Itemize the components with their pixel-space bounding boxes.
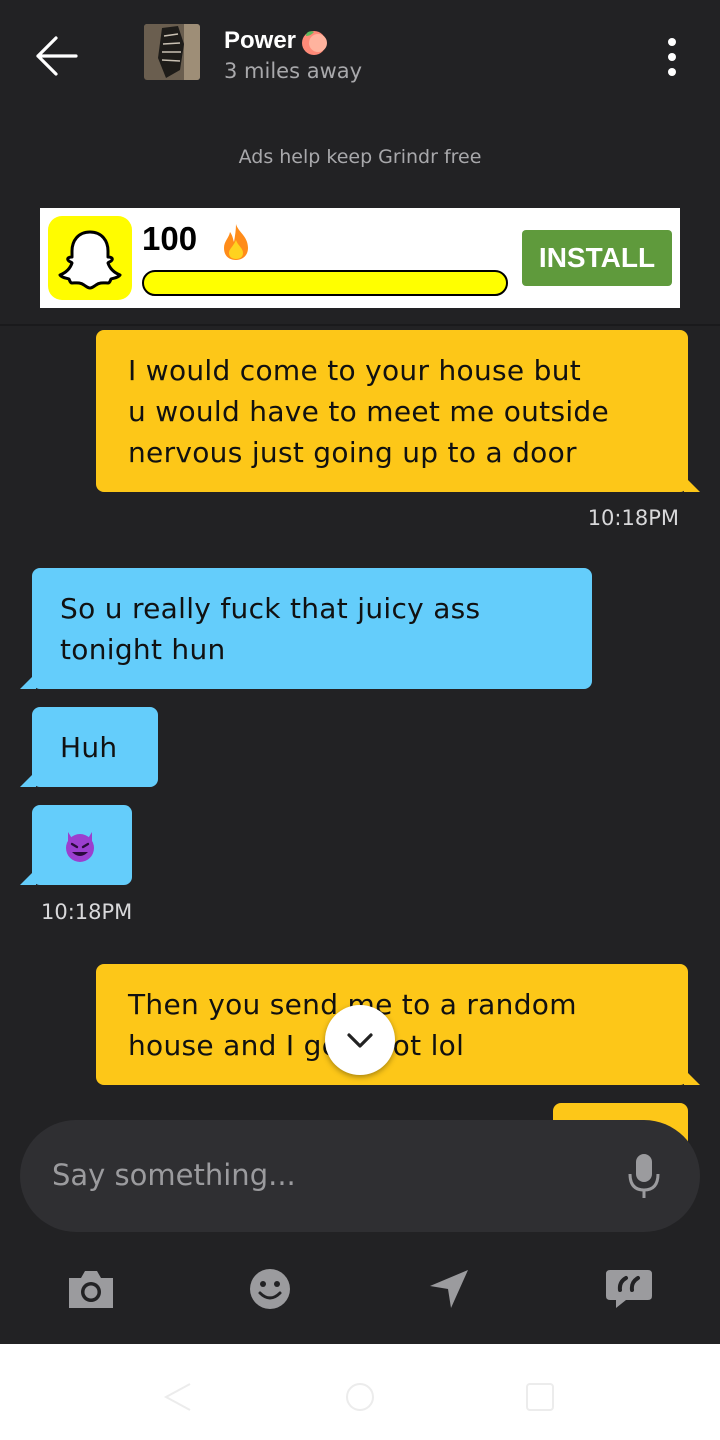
camera-icon[interactable] [66, 1266, 116, 1312]
message-bubble-incoming[interactable] [20, 805, 132, 885]
recents-square-icon[interactable] [523, 1380, 557, 1414]
peach-emoji [302, 31, 327, 55]
ad-score: 100 [142, 220, 198, 257]
emoji-icon[interactable] [245, 1266, 295, 1312]
microphone-icon[interactable] [626, 1152, 662, 1200]
message-text: So u really fuck that juicy ass tonight … [60, 592, 481, 666]
message-bubble-incoming[interactable]: Huh [20, 707, 158, 787]
back-arrow-icon[interactable] [34, 34, 80, 78]
profile-distance: 3 miles away [224, 59, 363, 83]
ad-notice: Ads help keep Grindr free [238, 146, 482, 168]
back-triangle-icon[interactable] [160, 1380, 194, 1414]
location-arrow-icon[interactable] [424, 1266, 474, 1312]
bubble-tail [20, 771, 36, 787]
bubble-tail [684, 476, 700, 492]
scroll-down-button[interactable] [325, 1005, 395, 1075]
bubble-tail [20, 869, 36, 885]
message-input[interactable]: Say something... [20, 1120, 700, 1232]
fire-emoji [224, 224, 248, 260]
chat-header: Power 3 miles away [0, 0, 720, 110]
ad-banner[interactable]: 100 INSTALL [40, 208, 680, 308]
bubble-tail [684, 1069, 700, 1085]
bubble-tail [20, 673, 36, 689]
home-circle-icon[interactable] [343, 1380, 377, 1414]
message-text: I would come to your house but u would h… [128, 354, 610, 469]
divider [0, 324, 720, 326]
snapchat-ghost-icon [48, 216, 132, 300]
saved-phrases-icon[interactable] [604, 1266, 654, 1312]
smiling-devil-emoji [66, 832, 94, 862]
chat-toolbar [0, 1232, 720, 1344]
message-timestamp: 10:18PM [587, 506, 679, 530]
system-navigation-bar [0, 1344, 720, 1440]
profile-avatar[interactable] [144, 24, 200, 80]
profile-name[interactable]: Power [224, 27, 296, 55]
message-timestamp: 10:18PM [41, 900, 133, 924]
message-bubble-incoming[interactable]: So u really fuck that juicy ass tonight … [20, 568, 592, 689]
ad-progress-bar [142, 270, 508, 296]
chevron-down-icon [347, 1033, 373, 1048]
more-vertical-icon[interactable] [660, 34, 684, 80]
install-button[interactable]: INSTALL [522, 230, 672, 286]
message-bubble-outgoing[interactable]: I would come to your house but u would h… [96, 330, 700, 492]
message-input-placeholder: Say something... [52, 1158, 296, 1192]
message-text: Huh [60, 731, 118, 764]
